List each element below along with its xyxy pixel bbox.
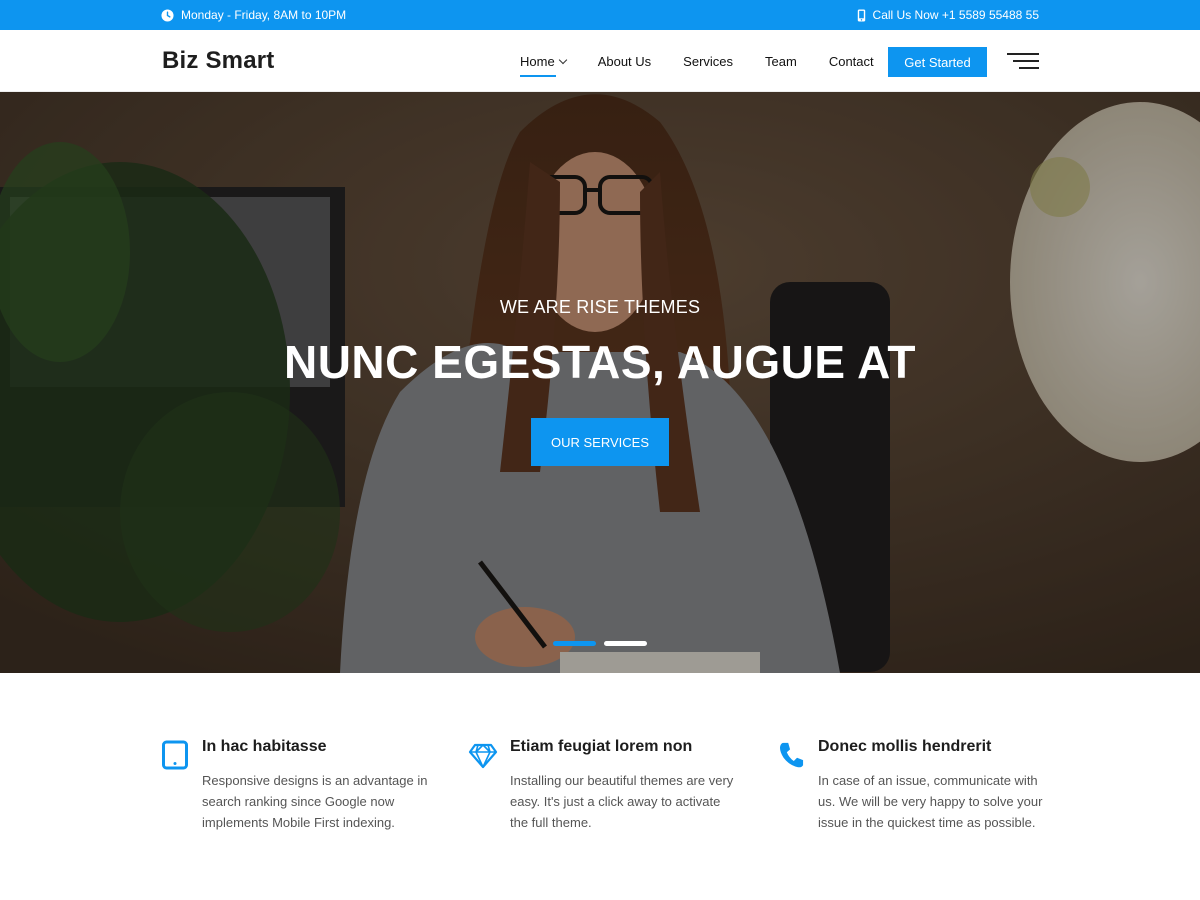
mobile-phone-icon bbox=[857, 8, 865, 22]
nav-label-services[interactable]: Services bbox=[683, 54, 733, 69]
hero-slider: WE ARE RISE THEMES NUNC EGESTAS, AUGUE A… bbox=[0, 92, 1200, 673]
nav-label-team[interactable]: Team bbox=[765, 54, 797, 69]
our-services-button[interactable]: OUR SERVICES bbox=[531, 418, 669, 466]
site-logo[interactable]: Biz Smart bbox=[162, 47, 275, 75]
top-bar: Monday - Friday, 8AM to 10PM Call Us Now… bbox=[0, 0, 1200, 30]
feature-title: Donec mollis hendrerit bbox=[818, 738, 992, 755]
nav-item-about[interactable]: About Us bbox=[598, 54, 651, 69]
get-started-button[interactable]: Get Started bbox=[888, 47, 987, 77]
hero-subtitle: WE ARE RISE THEMES bbox=[499, 297, 701, 317]
hours-text: Monday - Friday, 8AM to 10PM bbox=[181, 8, 347, 22]
feature-title: Etiam feugiat lorem non bbox=[510, 738, 693, 755]
feature-text: Installing our beautiful themes are very… bbox=[510, 773, 734, 830]
phone-icon bbox=[780, 742, 804, 768]
nav-item-home[interactable]: Home bbox=[520, 54, 567, 77]
nav-item-services[interactable]: Services bbox=[683, 54, 733, 69]
nav-label-home[interactable]: Home bbox=[520, 54, 555, 69]
hamburger-menu-icon[interactable] bbox=[1007, 53, 1039, 71]
hero-title: NUNC EGESTAS, AUGUE AT bbox=[283, 336, 917, 388]
nav-label-about[interactable]: About Us bbox=[598, 54, 651, 69]
tablet-icon bbox=[162, 740, 188, 770]
slider-dot-2[interactable] bbox=[604, 641, 647, 646]
nav-item-contact[interactable]: Contact bbox=[829, 54, 874, 69]
chevron-down-icon[interactable] bbox=[558, 55, 567, 64]
call-us[interactable]: Call Us Now +1 5589 55488 55 bbox=[857, 8, 1039, 22]
phone-text[interactable]: Call Us Now +1 5589 55488 55 bbox=[873, 8, 1039, 22]
business-hours: Monday - Friday, 8AM to 10PM bbox=[161, 8, 346, 22]
nav-label-contact[interactable]: Contact bbox=[829, 54, 874, 69]
diamond-icon bbox=[468, 743, 498, 769]
slider-dot-1[interactable] bbox=[553, 641, 596, 646]
clock-icon bbox=[161, 8, 174, 22]
nav-item-team[interactable]: Team bbox=[765, 54, 797, 69]
feature-text: In case of an issue, communicate with us… bbox=[818, 773, 1043, 830]
site-header: Biz Smart Home About Us Services Team Co… bbox=[0, 30, 1200, 92]
main-nav: Home About Us Services Team Contact bbox=[520, 30, 906, 92]
feature-title: In hac habitasse bbox=[202, 738, 327, 755]
feature-text: Responsive designs is an advantage in se… bbox=[202, 773, 428, 830]
